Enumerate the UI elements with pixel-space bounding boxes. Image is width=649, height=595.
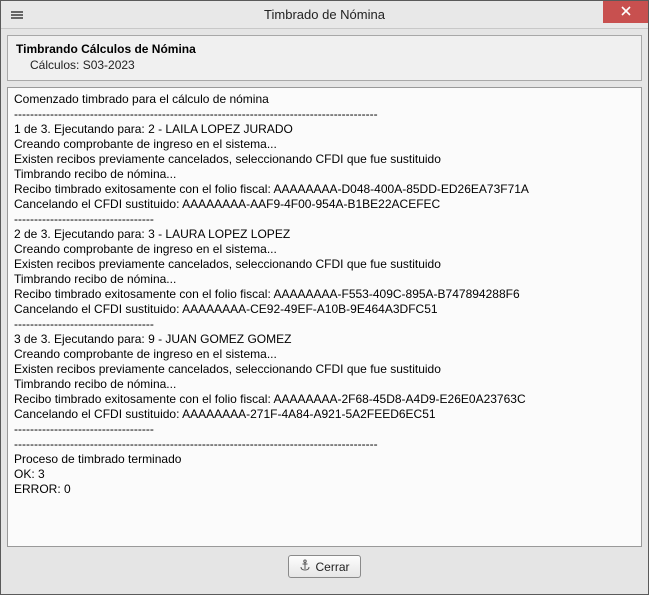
- close-button-label: Cerrar: [315, 560, 349, 574]
- log-line: Existen recibos previamente cancelados, …: [14, 362, 635, 377]
- log-line: Creando comprobante de ingreso en el sis…: [14, 347, 635, 362]
- log-line: ERROR: 0: [14, 482, 635, 497]
- log-line: Cancelando el CFDI sustituido: AAAAAAAA-…: [14, 302, 635, 317]
- close-button[interactable]: Cerrar: [288, 555, 360, 578]
- dialog-window: Timbrado de Nómina Timbrando Cálculos de…: [0, 0, 649, 595]
- header-sub-prefix: Cálculos:: [30, 58, 83, 72]
- log-line: ----------------------------------------…: [14, 107, 635, 122]
- log-line: -----------------------------------: [14, 422, 635, 437]
- log-line: OK: 3: [14, 467, 635, 482]
- log-line: 1 de 3. Ejecutando para: 2 - LAILA LOPEZ…: [14, 122, 635, 137]
- log-output: Comenzado timbrado para el cálculo de nó…: [7, 87, 642, 547]
- log-line: Recibo timbrado exitosamente con el foli…: [14, 392, 635, 407]
- footer-bar: Cerrar: [7, 547, 642, 588]
- log-line: 3 de 3. Ejecutando para: 9 - JUAN GOMEZ …: [14, 332, 635, 347]
- header-sub-value: S03-2023: [83, 58, 135, 72]
- log-line: Timbrando recibo de nómina...: [14, 377, 635, 392]
- anchor-icon: [299, 559, 311, 574]
- log-line: Cancelando el CFDI sustituido: AAAAAAAA-…: [14, 407, 635, 422]
- log-line: Timbrando recibo de nómina...: [14, 272, 635, 287]
- log-line: Comenzado timbrado para el cálculo de nó…: [14, 92, 635, 107]
- log-line: 2 de 3. Ejecutando para: 3 - LAURA LOPEZ…: [14, 227, 635, 242]
- header-title: Timbrando Cálculos de Nómina: [16, 42, 633, 56]
- log-line: -----------------------------------: [14, 212, 635, 227]
- app-icon: [9, 7, 25, 23]
- log-line: Existen recibos previamente cancelados, …: [14, 257, 635, 272]
- header-panel: Timbrando Cálculos de Nómina Cálculos: S…: [7, 35, 642, 81]
- log-line: Existen recibos previamente cancelados, …: [14, 152, 635, 167]
- close-icon: [621, 5, 631, 19]
- log-line: Creando comprobante de ingreso en el sis…: [14, 137, 635, 152]
- window-close-button[interactable]: [603, 1, 648, 23]
- log-line: Proceso de timbrado terminado: [14, 452, 635, 467]
- log-line: Recibo timbrado exitosamente con el foli…: [14, 287, 635, 302]
- log-line: Recibo timbrado exitosamente con el foli…: [14, 182, 635, 197]
- dialog-content: Timbrando Cálculos de Nómina Cálculos: S…: [1, 29, 648, 594]
- log-line: Timbrando recibo de nómina...: [14, 167, 635, 182]
- log-line: Creando comprobante de ingreso en el sis…: [14, 242, 635, 257]
- titlebar: Timbrado de Nómina: [1, 1, 648, 29]
- window-title: Timbrado de Nómina: [1, 7, 648, 22]
- log-line: -----------------------------------: [14, 317, 635, 332]
- log-line: Cancelando el CFDI sustituido: AAAAAAAA-…: [14, 197, 635, 212]
- header-subtitle: Cálculos: S03-2023: [16, 58, 633, 72]
- log-line: ----------------------------------------…: [14, 437, 635, 452]
